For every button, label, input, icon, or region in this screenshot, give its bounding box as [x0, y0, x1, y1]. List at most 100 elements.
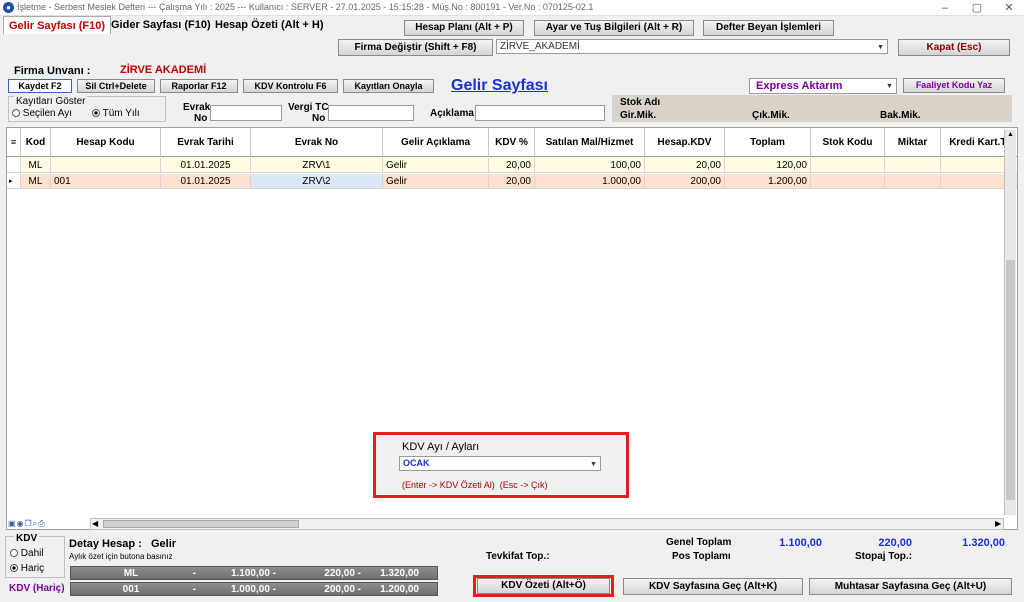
- view-icon[interactable]: ◉: [17, 519, 25, 528]
- table-cell-toplam[interactable]: 1.200,00: [725, 174, 811, 189]
- radio-dahil[interactable]: Dahil: [10, 548, 44, 559]
- column-header-hesap-kodu[interactable]: Hesap Kodu: [51, 128, 161, 157]
- kaydet-button[interactable]: Kaydet F2: [8, 79, 72, 93]
- window-title: İşletme - Serbest Meslek Defteri --- Çal…: [17, 2, 594, 12]
- table-cell-toplam[interactable]: 120,00: [725, 158, 811, 173]
- evrak-no-input[interactable]: [210, 105, 282, 121]
- kayitlari-goster-label: Kayıtları Göster: [14, 96, 88, 107]
- table-cell-satilan-mal-hizmet[interactable]: 100,00: [535, 158, 645, 173]
- table-cell-satilan-mal-hizmet[interactable]: 1.000,00: [535, 174, 645, 189]
- table-cell-evrak-no[interactable]: ZRV\2: [251, 174, 383, 189]
- minimize-button[interactable]: –: [930, 0, 960, 16]
- pos-toplami-label: Pos Toplamı: [672, 551, 731, 562]
- aciklama-label: Açıklama: [430, 108, 474, 119]
- kdv-haric-label: KDV (Hariç): [9, 583, 65, 594]
- aciklama-input[interactable]: [475, 105, 605, 121]
- column-header-miktar[interactable]: Miktar: [885, 128, 941, 157]
- defter-beyan-button[interactable]: Defter Beyan İşlemleri: [703, 20, 834, 36]
- column-header-hesap-kdv[interactable]: Hesap.KDV: [645, 128, 725, 157]
- tab-gelir-sayfasi[interactable]: Gelir Sayfası (F10): [3, 16, 111, 34]
- kdv-kontrolu-button[interactable]: KDV Kontrolu F6: [243, 79, 338, 93]
- hesap-plani-button[interactable]: Hesap Planı (Alt + P): [404, 20, 524, 36]
- radio-off-icon: [10, 549, 18, 558]
- scroll-thumb[interactable]: [1006, 260, 1015, 500]
- radio-secilen-ayi[interactable]: Seçilen Ayı: [12, 108, 72, 119]
- table-cell-kod[interactable]: ML: [21, 158, 51, 173]
- grid-menu-icon[interactable]: ≡: [7, 128, 21, 157]
- kdv-sayfasina-gec-button[interactable]: KDV Sayfasına Geç (Alt+K): [623, 578, 803, 595]
- express-aktarim-select[interactable]: Express Aktarım ▼: [749, 78, 897, 94]
- tab-gider-sayfasi[interactable]: Gider Sayfası (F10): [106, 16, 216, 34]
- column-header-kod[interactable]: Kod: [21, 128, 51, 157]
- copy-icon[interactable]: ❐: [25, 519, 33, 528]
- table-cell-miktar[interactable]: [885, 158, 941, 173]
- column-header-kdv-yuzde[interactable]: KDV %: [489, 128, 535, 157]
- kdv-ay-select[interactable]: OCAK ▼: [399, 456, 601, 471]
- table-cell-hesap-kodu[interactable]: 001: [51, 174, 161, 189]
- vergi-tc-input[interactable]: [328, 105, 414, 121]
- kdv-ozeti-button[interactable]: KDV Özeti (Alt+Ö): [477, 578, 610, 594]
- table-cell-kod[interactable]: ML: [21, 174, 51, 189]
- tab-hesap-ozeti[interactable]: Hesap Özeti (Alt + H): [210, 16, 329, 34]
- firma-select[interactable]: ZİRVE_AKADEMİ ▼: [496, 39, 888, 54]
- column-header-satilan-mal-hizmet[interactable]: Satılan Mal/Hizmet: [535, 128, 645, 157]
- save-icon[interactable]: ▣: [8, 519, 17, 528]
- summary-cell: 200,00 -: [324, 584, 361, 595]
- table-cell-hesap-kdv[interactable]: 20,00: [645, 158, 725, 173]
- raporlar-button[interactable]: Raporlar F12: [160, 79, 238, 93]
- column-header-toplam[interactable]: Toplam: [725, 128, 811, 157]
- genel-toplam-matrah: 1.100,00: [779, 537, 822, 549]
- summary-row[interactable]: 001 - 1.000,00 - 200,00 - 1.200,00: [70, 582, 438, 596]
- table-cell-evrak-no[interactable]: ZRV\1: [251, 158, 383, 173]
- close-window-button[interactable]: ✕: [994, 0, 1024, 16]
- table-cell-gelir-aciklama[interactable]: Gelir: [383, 174, 489, 189]
- scroll-up-icon[interactable]: ▲: [1006, 131, 1015, 140]
- column-header-evrak-no[interactable]: Evrak No: [251, 128, 383, 157]
- ayar-tus-bilgileri-button[interactable]: Ayar ve Tuş Bilgileri (Alt + R): [534, 20, 694, 36]
- firma-unvani-value: ZİRVE AKADEMİ: [120, 64, 207, 76]
- scroll-left-icon[interactable]: ◀: [92, 519, 98, 528]
- kayitlari-onayla-button[interactable]: Kayıtları Onayla: [343, 79, 434, 93]
- maximize-button[interactable]: ▢: [962, 0, 992, 16]
- radio-tum-yili[interactable]: Tüm Yılı: [92, 108, 140, 119]
- vertical-scrollbar[interactable]: ▲: [1004, 130, 1016, 515]
- faaliyet-kodu-yaz-button[interactable]: Faaliyet Kodu Yaz: [903, 78, 1005, 93]
- enter-hint: (Enter -> KDV Özeti Al): [402, 480, 495, 490]
- table-cell-stok-kodu[interactable]: [811, 158, 885, 173]
- row-indicator[interactable]: ▸: [7, 174, 21, 189]
- column-header-gelir-aciklama[interactable]: Gelir Açıklama: [383, 128, 489, 157]
- muhtasar-sayfasina-gec-button[interactable]: Muhtasar Sayfasına Geç (Alt+U): [809, 578, 1012, 595]
- h-scroll-thumb[interactable]: [103, 520, 299, 528]
- table-cell-gelir-aciklama[interactable]: Gelir: [383, 158, 489, 173]
- row-indicator[interactable]: [7, 158, 21, 173]
- kapat-button[interactable]: Kapat (Esc): [898, 39, 1010, 56]
- table-cell-hesap-kdv[interactable]: 200,00: [645, 174, 725, 189]
- cik-mik-label: Çık.Mik.: [752, 110, 790, 121]
- kdv-ay-value: OCAK: [403, 458, 430, 468]
- table-cell-hesap-kodu[interactable]: [51, 158, 161, 173]
- summary-cell: 1.320,00: [380, 568, 419, 579]
- tum-yili-label: Tüm Yılı: [102, 108, 140, 119]
- summary-row[interactable]: ML - 1.100,00 - 220,00 - 1.320,00: [70, 566, 438, 580]
- table-cell-miktar[interactable]: [885, 174, 941, 189]
- summary-cell: -: [192, 584, 196, 595]
- genel-toplam-total: 1.320,00: [962, 537, 1005, 549]
- summary-cell: 1.200,00: [380, 584, 419, 595]
- table-cell-kdv-yuzde[interactable]: 20,00: [489, 174, 535, 189]
- scroll-right-icon[interactable]: ▶: [995, 519, 1001, 528]
- table-cell-evrak-tarihi[interactable]: 01.01.2025: [161, 174, 251, 189]
- column-header-stok-kodu[interactable]: Stok Kodu: [811, 128, 885, 157]
- firma-degistir-button[interactable]: Firma Değiştir (Shift + F8): [338, 39, 493, 56]
- table-cell-stok-kodu[interactable]: [811, 174, 885, 189]
- table-cell-evrak-tarihi[interactable]: 01.01.2025: [161, 158, 251, 173]
- print-icon[interactable]: ⎙: [38, 519, 45, 528]
- grid-footer-icons[interactable]: ▣◉❐⌕⎙: [8, 519, 46, 529]
- kdv-ay-hint: (Enter -> KDV Özeti Al) (Esc -> Çık): [402, 480, 548, 490]
- horizontal-scrollbar[interactable]: ◀ ▶: [90, 518, 1004, 530]
- vergi-tc-label-1: Vergi TC: [288, 102, 329, 113]
- radio-haric[interactable]: Hariç: [10, 563, 44, 574]
- column-header-evrak-tarihi[interactable]: Evrak Tarihi: [161, 128, 251, 157]
- summary-cell: 1.000,00 -: [230, 584, 276, 595]
- sil-button[interactable]: Sil Ctrl+Delete: [77, 79, 155, 93]
- table-cell-kdv-yuzde[interactable]: 20,00: [489, 158, 535, 173]
